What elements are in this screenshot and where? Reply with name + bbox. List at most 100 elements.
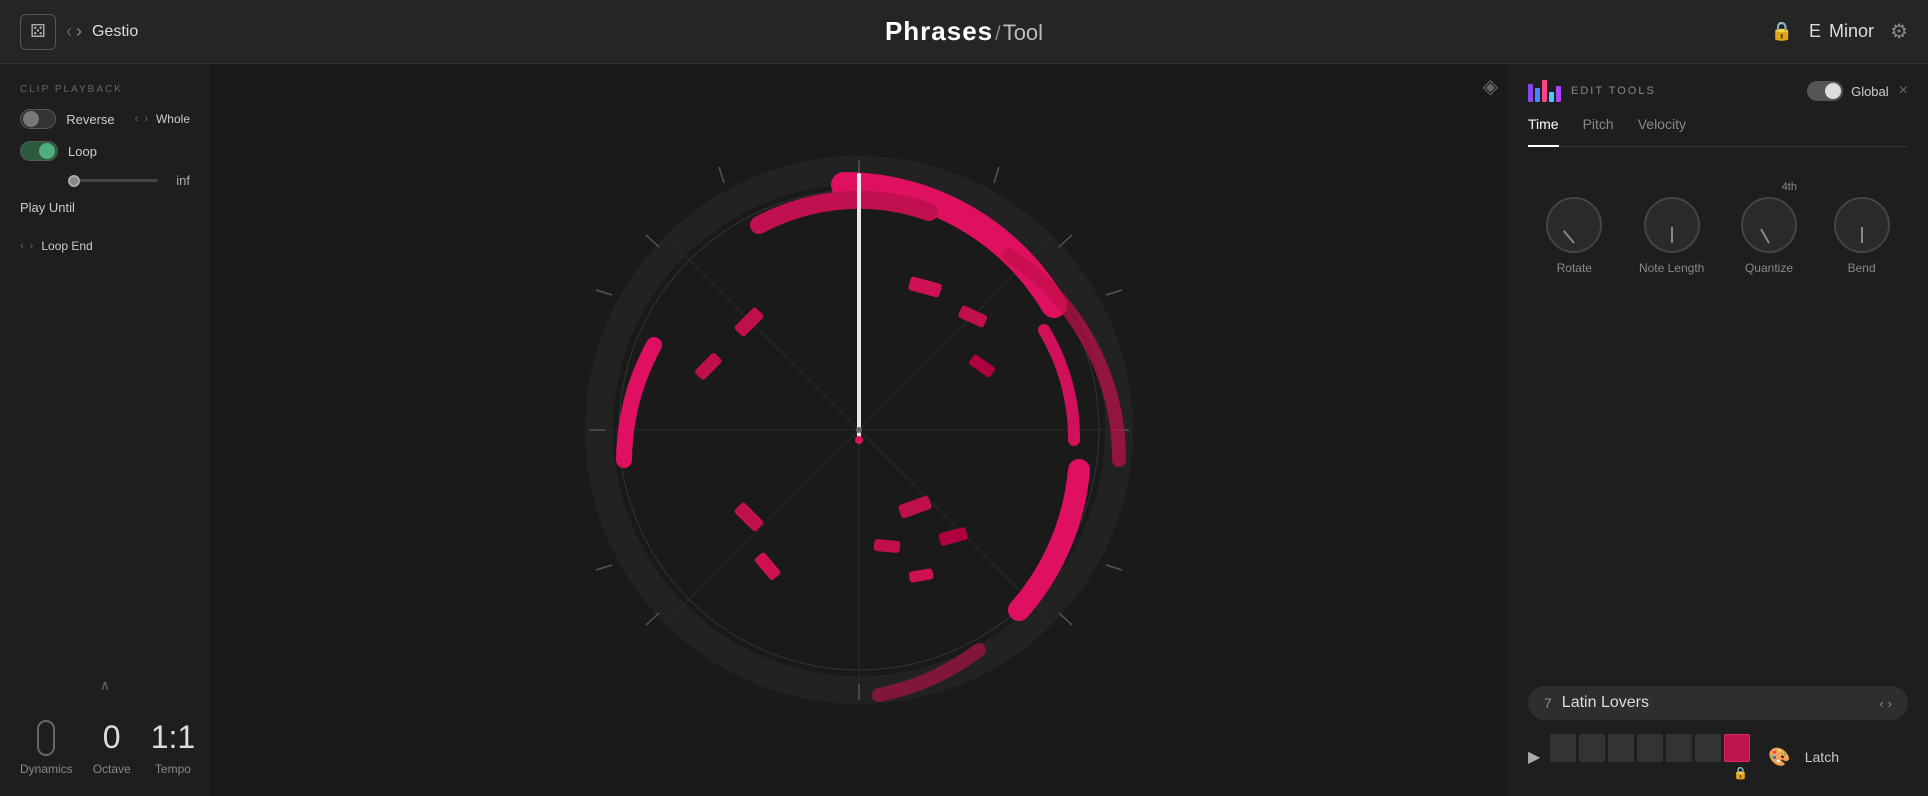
lock-small-icon: 🔒 <box>1733 766 1748 780</box>
reverse-label: Reverse <box>66 112 114 127</box>
tab-velocity[interactable]: Velocity <box>1638 116 1686 138</box>
phrases-logo: Phrases / Tool <box>885 16 1043 47</box>
preset-arrows: ‹ › <box>1879 696 1892 711</box>
preset-right-arrow[interactable]: › <box>1888 696 1892 711</box>
play-until-label: Play Until <box>20 200 75 215</box>
header-right: 🔒 E Minor ⚙ <box>1608 19 1908 44</box>
octave-item: 0 Octave <box>93 719 131 776</box>
target-icon[interactable]: ◈ <box>1483 74 1498 99</box>
center-panel: ◈ <box>210 64 1508 796</box>
bend-label: Bend <box>1848 261 1876 275</box>
whole-control[interactable]: ‹ › Whole <box>135 112 190 126</box>
logo-phrases: Phrases <box>885 16 993 47</box>
preset-left-arrow[interactable]: ‹ <box>1879 696 1883 711</box>
reverse-row: Reverse ‹ › Whole <box>20 109 190 129</box>
preset-selector[interactable]: 7 Latin Lovers ‹ › <box>1528 686 1908 720</box>
preset-number: 7 <box>1544 695 1552 711</box>
whole-left-arrow: ‹ <box>135 113 139 125</box>
note-length-knob[interactable] <box>1644 197 1700 253</box>
visualizer-svg <box>579 150 1139 710</box>
clip-playback-label: CLIP PLAYBACK <box>20 84 190 95</box>
note-length-knob-item: Note Length <box>1639 197 1704 275</box>
play-button[interactable]: ▶ <box>1528 747 1540 767</box>
pattern-block-3[interactable] <box>1608 734 1634 762</box>
loop-slider-row: inf <box>20 173 190 188</box>
bottom-controls: ∧ Dynamics 0 Octave 1:1 Tempo 4th <box>20 667 190 776</box>
pattern-block-1[interactable] <box>1550 734 1576 762</box>
logo-tool: Tool <box>1003 20 1043 46</box>
instrument-row: Dynamics 0 Octave 1:1 Tempo 4th Swing <box>20 702 190 776</box>
pattern-block-2[interactable] <box>1579 734 1605 762</box>
reverse-toggle-knob <box>23 111 39 127</box>
color-bar-cyan <box>1549 92 1554 102</box>
playback-row: ▶ 🔒 🎨 Latch <box>1528 734 1908 780</box>
app-title: Gestio <box>92 23 138 41</box>
nav-arrows: ‹ › <box>66 21 82 42</box>
color-bars-icon <box>1528 80 1561 102</box>
quantize-label: Quantize <box>1745 261 1793 275</box>
edit-tools-label: EDIT TOOLS <box>1571 85 1797 97</box>
bend-knob-item: Bend <box>1834 197 1890 275</box>
rotate-label: Rotate <box>1557 261 1592 275</box>
lock-icon[interactable]: 🔒 <box>1771 21 1793 42</box>
app-icon[interactable]: ⚄ <box>20 14 56 50</box>
header: ⚄ ‹ › Gestio Phrases / Tool 🔒 E Minor ⚙ <box>0 0 1928 64</box>
tab-time[interactable]: Time <box>1528 116 1559 147</box>
quantize-4th-label: 4th <box>1782 181 1797 193</box>
loop-toggle[interactable] <box>20 141 58 161</box>
edit-tools-tabs: Time Pitch Velocity <box>1528 116 1908 147</box>
latch-label[interactable]: Latch <box>1805 749 1839 765</box>
left-panel: CLIP PLAYBACK Reverse ‹ › Whole Loop inf <box>0 64 210 796</box>
octave-label: Octave <box>93 762 131 776</box>
bend-knob[interactable] <box>1834 197 1890 253</box>
knobs-row: Rotate Note Length 4th Quantize Bend <box>1528 197 1908 275</box>
header-left: ⚄ ‹ › Gestio <box>20 14 320 50</box>
settings-icon[interactable]: ⚙ <box>1890 19 1908 44</box>
loop-end-row: ‹ › Loop End <box>20 239 190 253</box>
global-toggle[interactable]: Global <box>1807 81 1889 101</box>
global-toggle-pill[interactable] <box>1807 81 1843 101</box>
dynamics-label: Dynamics <box>20 762 73 776</box>
note-length-label: Note Length <box>1639 261 1704 275</box>
pattern-block-5[interactable] <box>1666 734 1692 762</box>
loop-slider-track[interactable] <box>68 179 158 182</box>
pattern-row-wrapper: 🔒 <box>1550 734 1750 780</box>
octave-value[interactable]: 0 <box>103 719 121 756</box>
nav-forward-button[interactable]: › <box>76 21 82 42</box>
nav-back-button[interactable]: ‹ <box>66 21 72 42</box>
loop-label: Loop <box>68 144 97 159</box>
header-center: Phrases / Tool <box>320 16 1608 47</box>
pattern-block-7[interactable] <box>1724 734 1750 762</box>
play-until-row: Play Until <box>20 200 190 227</box>
rotate-knob[interactable] <box>1546 197 1602 253</box>
key-display: E Minor <box>1809 21 1874 42</box>
color-bar-violet <box>1556 86 1561 102</box>
quantize-knob[interactable] <box>1741 197 1797 253</box>
pattern-block-4[interactable] <box>1637 734 1663 762</box>
whole-value: Whole <box>156 112 190 126</box>
chevron-up-icon[interactable]: ∧ <box>20 677 190 694</box>
rotate-knob-item: Rotate <box>1546 197 1602 275</box>
color-bar-blue <box>1535 88 1540 102</box>
global-label: Global <box>1851 84 1889 99</box>
tab-pitch[interactable]: Pitch <box>1583 116 1614 138</box>
reverse-toggle[interactable] <box>20 109 56 129</box>
dynamics-icon <box>37 720 55 756</box>
whole-right-arrow: › <box>144 113 148 125</box>
loop-inf-value: inf <box>176 173 190 188</box>
palette-icon[interactable]: 🎨 <box>1768 747 1790 768</box>
loop-end-left-arrow: ‹ <box>20 240 24 252</box>
right-panel: EDIT TOOLS Global × Time Pitch Velocity … <box>1508 64 1928 796</box>
loop-slider-thumb[interactable] <box>68 175 80 187</box>
key-note[interactable]: E <box>1809 21 1821 42</box>
loop-end-label: Loop End <box>41 239 92 253</box>
pattern-blocks <box>1550 734 1750 762</box>
close-button[interactable]: × <box>1899 82 1908 100</box>
loop-end-control[interactable]: ‹ › Loop End <box>20 239 93 253</box>
tempo-value[interactable]: 1:1 <box>151 719 195 756</box>
color-bar-pink <box>1542 80 1547 102</box>
key-scale[interactable]: Minor <box>1829 21 1874 42</box>
pattern-block-6[interactable] <box>1695 734 1721 762</box>
tempo-item: 1:1 Tempo <box>151 719 195 776</box>
main-content: CLIP PLAYBACK Reverse ‹ › Whole Loop inf <box>0 64 1928 796</box>
